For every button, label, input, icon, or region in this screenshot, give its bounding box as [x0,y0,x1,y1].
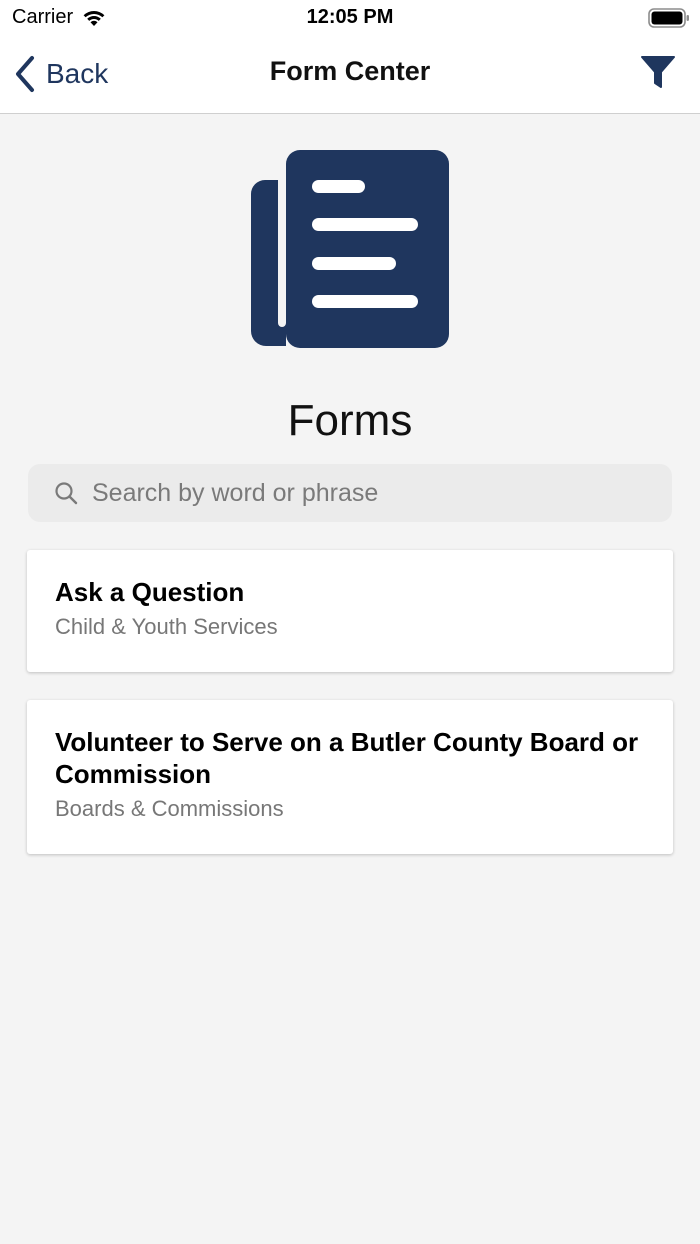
filter-icon [641,56,675,88]
status-time: 12:05 PM [306,6,394,28]
form-card-volunteer[interactable]: Volunteer to Serve on a Butler County Bo… [27,700,673,854]
form-title: Ask a Question [55,577,245,607]
forms-document-icon [251,150,449,348]
search-icon [55,482,78,505]
forms-heading: Forms [287,396,413,445]
form-title: Volunteer to Serve on a Butler County Bo… [55,727,639,789]
form-card-ask-a-question[interactable]: Ask a Question Child & Youth Services [27,550,673,672]
form-category: Child & Youth Services [55,614,278,639]
page-title: Form Center [269,56,431,86]
search-bar[interactable] [28,464,672,522]
form-category: Boards & Commissions [55,796,284,821]
status-bar: Carrier 12:05 PM [0,0,700,36]
search-input[interactable] [92,472,652,514]
filter-button[interactable] [640,54,676,90]
navigation-bar: Back Form Center [0,36,700,114]
battery-icon [648,8,689,28]
